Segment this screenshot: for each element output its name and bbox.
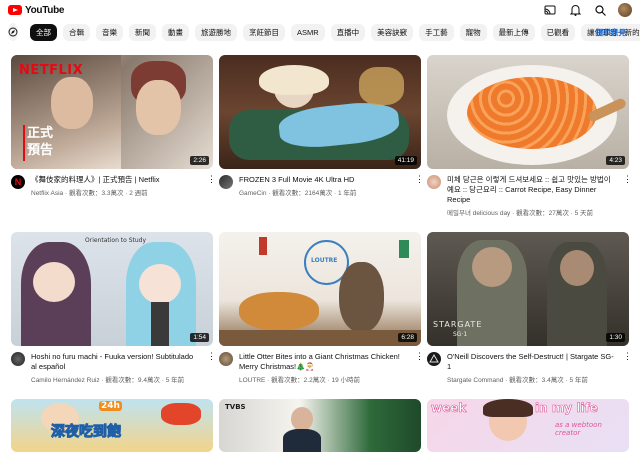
video-card[interactable]: week in my life as a webtoon creator bbox=[427, 399, 629, 452]
video-card[interactable]: TVBS bbox=[219, 399, 421, 452]
chip-news[interactable]: 新聞 bbox=[129, 23, 156, 41]
thumbnail-badge: 24h bbox=[99, 401, 122, 411]
video-title[interactable]: Hoshi no furu machi - Fuuka version! Sub… bbox=[31, 352, 201, 372]
video-duration: 2:26 bbox=[190, 156, 209, 165]
more-options-icon[interactable]: ⋮ bbox=[623, 175, 632, 217]
video-title[interactable]: O'Neill Discovers the Self-Destruct! | S… bbox=[447, 352, 617, 372]
chip-travel[interactable]: 旅遊勝地 bbox=[195, 23, 237, 41]
channel-avatar[interactable] bbox=[11, 352, 25, 366]
channel-name[interactable]: 메밀부녀 delicious day bbox=[447, 210, 510, 217]
top-bar: YouTube bbox=[0, 0, 640, 20]
video-title[interactable]: FROZEN 3 Full Movie 4K Ultra HD bbox=[239, 175, 409, 185]
video-card[interactable]: 41:19 FROZEN 3 Full Movie 4K Ultra HD Ga… bbox=[219, 55, 424, 197]
video-thumbnail[interactable]: week in my life as a webtoon creator bbox=[427, 399, 629, 452]
channel-name[interactable]: Stargate Command bbox=[447, 377, 503, 384]
thumbnail-caption: 正式 預告 bbox=[27, 126, 54, 158]
more-options-icon[interactable]: ⋮ bbox=[207, 175, 216, 197]
chip-all[interactable]: 全部 bbox=[30, 23, 57, 41]
thumbnail-subcaption: SG·1 bbox=[453, 331, 468, 338]
video-metadata: Stargate Command · 觀看次數：3.4萬次 · 5 年前 bbox=[447, 377, 588, 384]
video-card[interactable]: Orientation to Study 1:54 Hoshi no furu … bbox=[11, 232, 216, 384]
filter-chip-bar: 全部 合輯 音樂 新聞 動畫 旅遊勝地 烹飪節目 ASMR 直播中 美容訣竅 手… bbox=[0, 22, 640, 42]
channel-name[interactable]: Camilo Hernández Ruiz bbox=[31, 377, 100, 384]
youtube-logo[interactable]: YouTube bbox=[8, 4, 65, 16]
youtube-logo-icon bbox=[8, 5, 22, 15]
chip-music[interactable]: 音樂 bbox=[96, 23, 123, 41]
video-metadata: GameCin · 觀看次數：2164萬次 · 1 年前 bbox=[239, 190, 357, 197]
notifications-bell-icon[interactable] bbox=[568, 3, 582, 17]
video-card[interactable]: LOUTRE 6:28 Little Otter Bites into a Gi… bbox=[219, 232, 424, 384]
chip-cooking[interactable]: 烹飪節目 bbox=[243, 23, 285, 41]
video-metadata: LOUTRE · 觀看次數：2.2萬次 · 19 小時前 bbox=[239, 377, 361, 384]
video-metadata: Netflix Asia · 觀看次數：3.3萬次 · 2 週前 bbox=[31, 190, 148, 197]
video-thumbnail[interactable]: 41:19 bbox=[219, 55, 421, 169]
channel-name[interactable]: LOUTRE bbox=[239, 377, 265, 384]
video-card[interactable]: NETFLIX 正式 預告 2:26 N 《舞伎家的料理人》| 正式預告 | Ne… bbox=[11, 55, 216, 197]
send-feedback-link[interactable]: 提供意見 bbox=[596, 27, 626, 38]
chip-recent[interactable]: 最新上傳 bbox=[492, 23, 535, 41]
chip-watched[interactable]: 已觀看 bbox=[540, 23, 576, 41]
thumbnail-logo: TVBS bbox=[225, 403, 246, 411]
video-metadata: 메밀부녀 delicious day · 觀看次數：27萬次 · 5 天前 bbox=[447, 210, 594, 217]
more-options-icon[interactable]: ⋮ bbox=[415, 352, 424, 384]
thumbnail-caption: Orientation to Study bbox=[85, 237, 147, 244]
video-card[interactable]: 24h 深夜吃到飽 bbox=[11, 399, 213, 452]
video-duration: 4:23 bbox=[606, 156, 625, 165]
thumbnail-caption: week bbox=[431, 401, 467, 416]
channel-name[interactable]: GameCin bbox=[239, 190, 266, 197]
stargate-logo-icon bbox=[429, 354, 439, 363]
video-metadata: Camilo Hernández Ruiz · 觀看次數：9.4萬次 · 5 年… bbox=[31, 377, 185, 384]
video-duration: 6:28 bbox=[398, 333, 417, 342]
thumbnail-subcaption: as a webtoon creator bbox=[555, 421, 602, 437]
channel-avatar[interactable] bbox=[427, 175, 441, 189]
thumbnail-caption: in my life bbox=[535, 401, 599, 416]
account-avatar[interactable] bbox=[618, 3, 632, 17]
chip-beauty[interactable]: 美容訣竅 bbox=[371, 23, 414, 41]
thumbnail-caption: STARGATE bbox=[433, 320, 483, 329]
video-card[interactable]: STARGATE SG·1 1:30 O'Neill Discovers the… bbox=[427, 232, 632, 384]
video-thumbnail[interactable]: Orientation to Study 1:54 bbox=[11, 232, 213, 346]
chip-pets[interactable]: 寵物 bbox=[459, 23, 487, 41]
video-thumbnail[interactable]: STARGATE SG·1 1:30 bbox=[427, 232, 629, 346]
logo-text: YouTube bbox=[25, 4, 65, 16]
video-duration: 1:54 bbox=[190, 333, 209, 342]
channel-avatar[interactable] bbox=[219, 175, 233, 189]
chip-mixes[interactable]: 合輯 bbox=[63, 23, 90, 41]
channel-name[interactable]: Netflix Asia bbox=[31, 190, 63, 197]
cast-icon[interactable] bbox=[543, 3, 557, 17]
video-thumbnail[interactable]: 4:23 bbox=[427, 55, 629, 169]
video-thumbnail[interactable]: TVBS bbox=[219, 399, 421, 452]
more-options-icon[interactable]: ⋮ bbox=[207, 352, 216, 384]
video-thumbnail[interactable]: NETFLIX 正式 預告 2:26 bbox=[11, 55, 213, 169]
thumbnail-netflix-text: NETFLIX bbox=[19, 63, 84, 78]
video-duration: 41:19 bbox=[394, 156, 417, 165]
channel-avatar[interactable] bbox=[427, 352, 441, 366]
thumbnail-caption: 深夜吃到飽 bbox=[51, 424, 122, 441]
more-options-icon[interactable]: ⋮ bbox=[415, 175, 424, 197]
chip-asmr[interactable]: ASMR bbox=[291, 23, 325, 41]
video-title[interactable]: Little Otter Bites into a Giant Christma… bbox=[239, 352, 409, 372]
explore-compass-icon[interactable] bbox=[8, 23, 18, 41]
video-title[interactable]: 미체 당근은 이렇게 드셔보세요 :: 쉽고 맛있는 방법이예요 :: 당근요리… bbox=[447, 175, 617, 205]
search-icon[interactable] bbox=[593, 3, 607, 17]
channel-avatar[interactable]: N bbox=[11, 175, 25, 189]
video-thumbnail[interactable]: LOUTRE 6:28 bbox=[219, 232, 421, 346]
video-card[interactable]: 4:23 미체 당근은 이렇게 드셔보세요 :: 쉽고 맛있는 방법이예요 ::… bbox=[427, 55, 632, 217]
more-options-icon[interactable]: ⋮ bbox=[623, 352, 632, 384]
thumbnail-caption: LOUTRE bbox=[311, 257, 338, 264]
chip-live[interactable]: 直播中 bbox=[330, 23, 366, 41]
channel-avatar[interactable] bbox=[219, 352, 233, 366]
chip-crafts[interactable]: 手工藝 bbox=[419, 23, 454, 41]
video-thumbnail[interactable]: 24h 深夜吃到飽 bbox=[11, 399, 213, 452]
video-title[interactable]: 《舞伎家的料理人》| 正式預告 | Netflix bbox=[31, 175, 201, 185]
chip-animation[interactable]: 動畫 bbox=[162, 23, 189, 41]
video-duration: 1:30 bbox=[606, 333, 625, 342]
